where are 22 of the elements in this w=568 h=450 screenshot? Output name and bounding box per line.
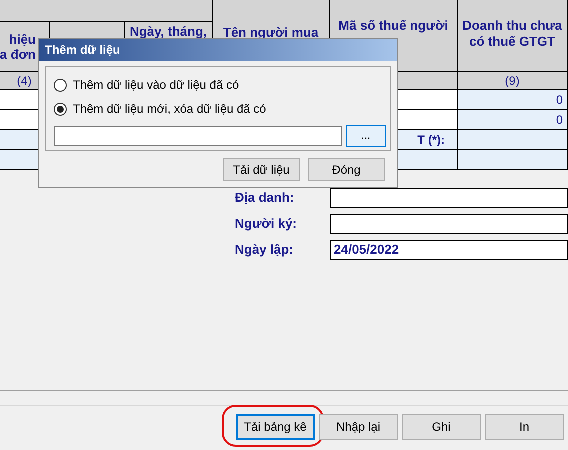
radio-button[interactable] bbox=[54, 78, 67, 92]
input-field[interactable] bbox=[330, 214, 568, 234]
radio-option[interactable]: Thêm dữ liệu mới, xóa dữ liệu đã có bbox=[54, 101, 390, 117]
input-field[interactable]: 24/05/2022 bbox=[330, 240, 568, 260]
field-label: Ngày lập: bbox=[234, 241, 295, 260]
header-cell: Doanh thu chưa có thuế GTGT bbox=[458, 0, 568, 72]
path-input[interactable] bbox=[54, 126, 342, 146]
radio-option[interactable]: Thêm dữ liệu vào dữ liệu đã có bbox=[54, 77, 390, 93]
table-cell: 0 bbox=[458, 110, 568, 130]
input-field[interactable] bbox=[330, 188, 568, 208]
field-label: Địa danh: bbox=[234, 189, 296, 208]
dialog-button[interactable]: Đóng bbox=[308, 158, 385, 181]
table-cell: 0 bbox=[458, 90, 568, 110]
column-number-cell: (9) bbox=[458, 72, 568, 90]
radio-button[interactable] bbox=[54, 102, 67, 116]
dialog-button[interactable]: Tải dữ liệu bbox=[223, 158, 300, 181]
footer-button[interactable]: Tải bảng kê bbox=[236, 414, 315, 440]
footer-button[interactable]: Nhập lại bbox=[319, 414, 398, 440]
field-label: Người ký: bbox=[234, 215, 298, 234]
footer-button[interactable]: In bbox=[485, 414, 564, 440]
browse-button[interactable]: ... bbox=[346, 125, 386, 147]
footer-button[interactable]: Ghi bbox=[402, 414, 481, 440]
